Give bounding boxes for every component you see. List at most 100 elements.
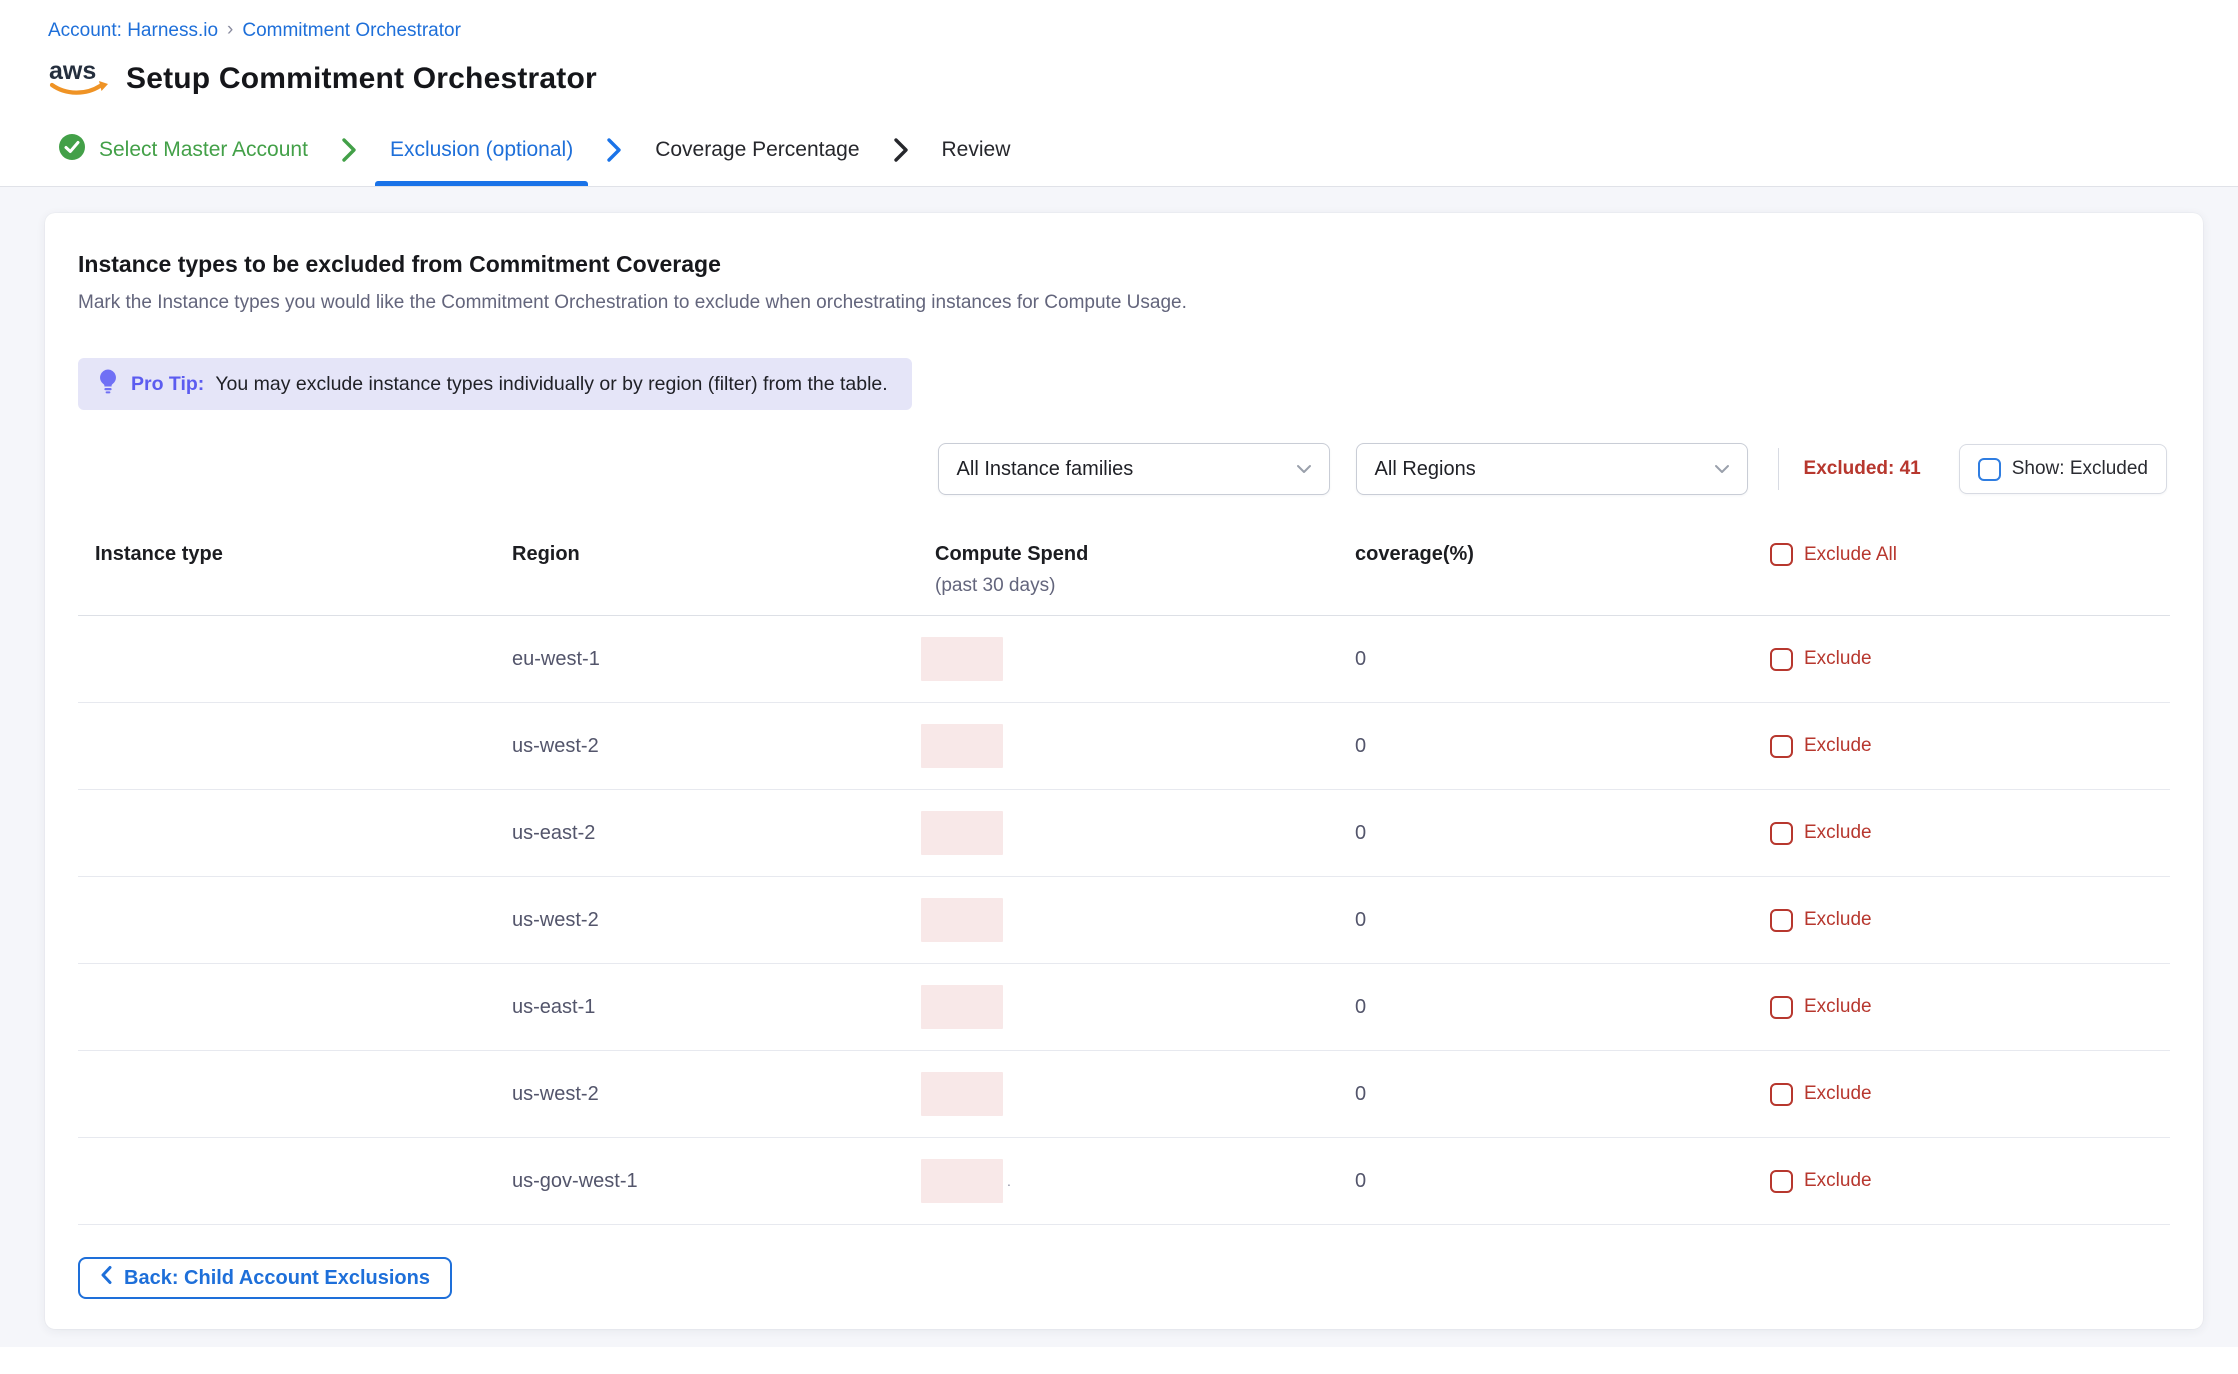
coverage-cell: 0	[1341, 648, 1761, 671]
exclusion-panel: Instance types to be excluded from Commi…	[45, 213, 2203, 1329]
exclude-checkbox[interactable]	[1770, 909, 1793, 932]
chevron-down-icon	[1295, 458, 1313, 481]
chevron-right-icon	[604, 137, 624, 163]
exclude-checkbox[interactable]	[1770, 1170, 1793, 1193]
exclude-control[interactable]: Exclude	[1770, 1083, 2170, 1106]
svg-text:aws: aws	[49, 57, 96, 85]
chevron-right-icon	[891, 137, 911, 163]
compute-spend-redacted-block	[921, 1072, 1003, 1116]
table-row: us-west-2 0 Exclude	[78, 1051, 2170, 1138]
exclusion-table: Instance type Region Compute Spend (past…	[78, 543, 2170, 1225]
region-cell: us-east-2	[498, 822, 921, 845]
exclude-control[interactable]: Exclude	[1770, 996, 2170, 1019]
compute-spend-redacted-block	[921, 811, 1003, 855]
step-coverage-percentage[interactable]: Coverage Percentage	[655, 113, 859, 186]
exclude-label: Exclude	[1804, 648, 1872, 670]
show-excluded-label: Show: Excluded	[2012, 458, 2148, 480]
content-background: Instance types to be excluded from Commi…	[0, 187, 2238, 1347]
table-filters: All Instance families All Regions Exclud…	[78, 443, 2167, 495]
step-select-master-account[interactable]: Select Master Account	[58, 113, 308, 186]
step-label: Coverage Percentage	[655, 138, 859, 162]
page-title: Setup Commitment Orchestrator	[126, 62, 597, 96]
compute-spend-redacted-block	[921, 637, 1003, 681]
region-cell: us-gov-west-1	[498, 1170, 921, 1193]
chevron-down-icon	[1713, 458, 1731, 481]
title-row: aws Setup Commitment Orchestrator	[48, 54, 2238, 113]
panel-subtitle: Mark the Instance types you would like t…	[78, 292, 2170, 314]
vertical-divider	[1778, 448, 1779, 490]
coverage-cell: 0	[1341, 735, 1761, 758]
column-header-region: Region	[498, 543, 921, 566]
regions-value: All Regions	[1375, 458, 1476, 481]
coverage-cell: 0	[1341, 1083, 1761, 1106]
breadcrumb-account-link[interactable]: Account: Harness.io	[48, 20, 218, 42]
region-cell: eu-west-1	[498, 648, 921, 671]
step-label: Exclusion (optional)	[390, 138, 573, 162]
exclude-checkbox[interactable]	[1770, 996, 1793, 1019]
compute-spend-subtitle: (past 30 days)	[935, 575, 1341, 597]
exclude-label: Exclude	[1804, 735, 1872, 757]
breadcrumb-page-link[interactable]: Commitment Orchestrator	[242, 20, 461, 42]
exclude-label: Exclude	[1804, 822, 1872, 844]
instance-families-dropdown[interactable]: All Instance families	[938, 443, 1330, 495]
instance-families-value: All Instance families	[957, 458, 1134, 481]
coverage-cell: 0	[1341, 909, 1761, 932]
compute-spend-redacted-block	[921, 724, 1003, 768]
column-header-coverage: coverage(%)	[1341, 543, 1761, 566]
compute-spend-redacted-block	[921, 1159, 1003, 1203]
exclude-label: Exclude	[1804, 996, 1872, 1018]
lightbulb-icon	[96, 368, 120, 401]
exclude-label: Exclude	[1804, 1170, 1872, 1192]
step-label: Review	[942, 138, 1011, 162]
regions-dropdown[interactable]: All Regions	[1356, 443, 1748, 495]
exclude-control[interactable]: Exclude	[1770, 822, 2170, 845]
table-header: Instance type Region Compute Spend (past…	[78, 543, 2170, 616]
wizard-stepper: Select Master Account Exclusion (optiona…	[0, 113, 2238, 187]
panel-title: Instance types to be excluded from Commi…	[78, 251, 2170, 278]
pro-tip-banner: Pro Tip: You may exclude instance types …	[78, 358, 912, 410]
table-row: eu-west-1 0 Exclude	[78, 616, 2170, 703]
exclude-label: Exclude	[1804, 909, 1872, 931]
exclude-all-checkbox[interactable]	[1770, 543, 1793, 566]
coverage-cell: 0	[1341, 996, 1761, 1019]
exclude-control[interactable]: Exclude	[1770, 909, 2170, 932]
excluded-count: Excluded: 41	[1804, 458, 1921, 480]
pro-tip-label: Pro Tip:	[131, 373, 204, 396]
check-circle-icon	[58, 133, 86, 167]
chevron-left-icon	[100, 1265, 113, 1291]
aws-logo-icon: aws	[48, 54, 110, 103]
active-step-underline	[375, 181, 588, 186]
coverage-cell: 0	[1341, 1170, 1761, 1193]
exclude-checkbox[interactable]	[1770, 648, 1793, 671]
region-cell: us-west-2	[498, 1083, 921, 1106]
column-header-compute-spend: Compute Spend (past 30 days)	[921, 543, 1341, 597]
exclude-control[interactable]: Exclude	[1770, 1170, 2170, 1193]
exclude-control[interactable]: Exclude	[1770, 648, 2170, 671]
table-row: us-west-2 0 Exclude	[78, 703, 2170, 790]
show-excluded-toggle[interactable]: Show: Excluded	[1959, 444, 2167, 494]
region-cell: us-west-2	[498, 735, 921, 758]
exclude-all-control[interactable]: Exclude All	[1770, 543, 2170, 566]
compute-spend-redacted-block	[921, 985, 1003, 1029]
breadcrumb-separator-icon: ›	[227, 19, 233, 41]
breadcrumb: Account: Harness.io › Commitment Orchest…	[48, 20, 2238, 42]
exclude-checkbox[interactable]	[1770, 735, 1793, 758]
exclude-label: Exclude	[1804, 1083, 1872, 1105]
exclude-control[interactable]: Exclude	[1770, 735, 2170, 758]
step-review[interactable]: Review	[942, 113, 1011, 186]
show-excluded-checkbox[interactable]	[1978, 458, 2001, 481]
table-row: us-gov-west-1 . 0 Exclude	[78, 1138, 2170, 1225]
pro-tip-text: You may exclude instance types individua…	[215, 373, 887, 396]
compute-spend-redacted-block	[921, 898, 1003, 942]
table-row: us-east-2 0 Exclude	[78, 790, 2170, 877]
step-exclusion-optional[interactable]: Exclusion (optional)	[390, 113, 573, 186]
exclude-checkbox[interactable]	[1770, 1083, 1793, 1106]
page-header: Account: Harness.io › Commitment Orchest…	[0, 0, 2238, 113]
column-header-instance-type: Instance type	[78, 543, 498, 566]
region-cell: us-east-1	[498, 996, 921, 1019]
exclude-checkbox[interactable]	[1770, 822, 1793, 845]
chevron-right-icon	[339, 137, 359, 163]
back-button[interactable]: Back: Child Account Exclusions	[78, 1257, 452, 1299]
table-row: us-west-2 0 Exclude	[78, 877, 2170, 964]
exclude-all-label: Exclude All	[1804, 544, 1897, 566]
